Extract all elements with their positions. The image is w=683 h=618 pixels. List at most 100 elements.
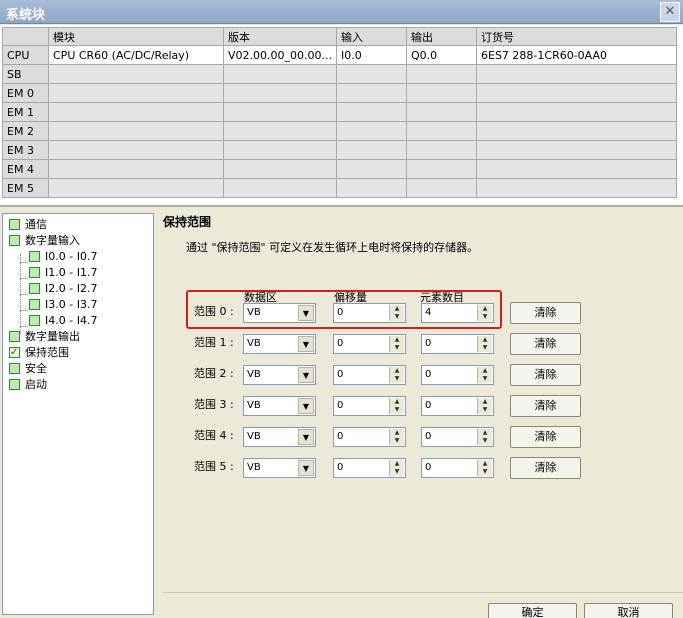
tree-item-i0[interactable]: I0.0 - I0.7 xyxy=(29,249,97,265)
table-cell[interactable] xyxy=(336,121,407,141)
spinner-buttons[interactable]: ▲ ▼ xyxy=(477,429,492,445)
table-cell[interactable] xyxy=(48,83,224,103)
table-cell[interactable] xyxy=(476,64,677,84)
tree-item-i4[interactable]: I4.0 - I4.7 xyxy=(29,313,97,329)
table-cell[interactable] xyxy=(476,121,677,141)
table-cell[interactable]: I0.0 xyxy=(336,45,407,65)
column-header[interactable]: 版本 xyxy=(223,27,337,46)
table-cell[interactable]: CPU CR60 (AC/DC/Relay) xyxy=(48,45,224,65)
row-header[interactable]: EM 5 xyxy=(2,178,49,198)
column-header[interactable]: 模块 xyxy=(48,27,224,46)
chevron-down-icon[interactable]: ▼ xyxy=(298,460,314,476)
column-header[interactable]: 输入 xyxy=(336,27,407,46)
table-cell[interactable] xyxy=(476,159,677,179)
column-header[interactable]: 输出 xyxy=(406,27,477,46)
spinner-buttons[interactable]: ▲ ▼ xyxy=(389,429,404,445)
chevron-down-icon[interactable]: ▼ xyxy=(298,336,314,352)
offset-spinner[interactable]: 0 ▲ ▼ xyxy=(333,396,406,416)
spin-down-icon[interactable]: ▼ xyxy=(390,468,404,476)
table-row[interactable]: EM 0 xyxy=(2,83,677,103)
table-cell[interactable]: Q0.0 xyxy=(406,45,477,65)
tree-item-digital-output[interactable]: 数字量输出 xyxy=(9,329,80,345)
spin-up-icon[interactable]: ▲ xyxy=(478,398,492,406)
close-icon[interactable]: ✕ xyxy=(660,2,680,22)
spin-up-icon[interactable]: ▲ xyxy=(390,429,404,437)
chevron-down-icon[interactable]: ▼ xyxy=(298,429,314,445)
spin-down-icon[interactable]: ▼ xyxy=(390,437,404,445)
chevron-down-icon[interactable]: ▼ xyxy=(298,367,314,383)
spinner-buttons[interactable]: ▲ ▼ xyxy=(389,398,404,414)
count-spinner[interactable]: 0 ▲ ▼ xyxy=(421,427,494,447)
offset-spinner[interactable]: 0 ▲ ▼ xyxy=(333,334,406,354)
spinner-buttons[interactable]: ▲ ▼ xyxy=(477,398,492,414)
clear-button[interactable]: 清除 xyxy=(510,364,581,386)
ok-button[interactable]: 确定 xyxy=(488,603,577,618)
area-select[interactable]: VB ▼ xyxy=(243,365,316,385)
spin-down-icon[interactable]: ▼ xyxy=(390,344,404,352)
table-cell[interactable] xyxy=(336,140,407,160)
clear-button[interactable]: 清除 xyxy=(510,457,581,479)
table-cell[interactable] xyxy=(476,102,677,122)
tree-item-i2[interactable]: I2.0 - I2.7 xyxy=(29,281,97,297)
spin-up-icon[interactable]: ▲ xyxy=(390,336,404,344)
table-cell[interactable] xyxy=(406,159,477,179)
table-cell[interactable]: V02.00.00_00.00... xyxy=(223,45,337,65)
tree-item-security[interactable]: 安全 xyxy=(9,361,47,377)
tree-item-communication[interactable]: 通信 xyxy=(9,217,47,233)
table-cell[interactable] xyxy=(336,159,407,179)
row-header[interactable]: SB xyxy=(2,64,49,84)
table-row[interactable]: EM 2 xyxy=(2,121,677,141)
table-cell[interactable] xyxy=(48,140,224,160)
column-header[interactable]: 订货号 xyxy=(476,27,677,46)
spin-down-icon[interactable]: ▼ xyxy=(390,375,404,383)
spin-down-icon[interactable]: ▼ xyxy=(478,375,492,383)
table-cell[interactable] xyxy=(223,178,337,198)
table-cell[interactable] xyxy=(223,83,337,103)
table-row[interactable]: EM 1 xyxy=(2,102,677,122)
table-cell[interactable] xyxy=(406,121,477,141)
row-header[interactable]: CPU xyxy=(2,45,49,65)
table-cell[interactable] xyxy=(223,140,337,160)
spin-up-icon[interactable]: ▲ xyxy=(478,336,492,344)
offset-spinner[interactable]: 0 ▲ ▼ xyxy=(333,427,406,447)
clear-button[interactable]: 清除 xyxy=(510,333,581,355)
row-header[interactable]: EM 3 xyxy=(2,140,49,160)
spin-up-icon[interactable]: ▲ xyxy=(390,367,404,375)
table-cell[interactable] xyxy=(48,178,224,198)
count-spinner[interactable]: 0 ▲ ▼ xyxy=(421,334,494,354)
table-cell[interactable] xyxy=(223,102,337,122)
spin-down-icon[interactable]: ▼ xyxy=(478,468,492,476)
spin-up-icon[interactable]: ▲ xyxy=(390,460,404,468)
area-select[interactable]: VB ▼ xyxy=(243,396,316,416)
cancel-button[interactable]: 取消 xyxy=(584,603,673,618)
clear-button[interactable]: 清除 xyxy=(510,426,581,448)
table-cell[interactable] xyxy=(223,64,337,84)
table-row[interactable]: EM 5 xyxy=(2,178,677,198)
spin-up-icon[interactable]: ▲ xyxy=(478,367,492,375)
spinner-buttons[interactable]: ▲ ▼ xyxy=(477,460,492,476)
table-row[interactable]: EM 3 xyxy=(2,140,677,160)
table-row[interactable]: EM 4 xyxy=(2,159,677,179)
clear-button[interactable]: 清除 xyxy=(510,302,581,324)
table-cell[interactable] xyxy=(406,178,477,198)
chevron-down-icon[interactable]: ▼ xyxy=(298,398,314,414)
spin-down-icon[interactable]: ▼ xyxy=(390,406,404,414)
count-spinner[interactable]: 0 ▲ ▼ xyxy=(421,458,494,478)
tree-item-i1[interactable]: I1.0 - I1.7 xyxy=(29,265,97,281)
spinner-buttons[interactable]: ▲ ▼ xyxy=(389,460,404,476)
table-cell[interactable] xyxy=(406,64,477,84)
table-cell[interactable] xyxy=(48,121,224,141)
spin-up-icon[interactable]: ▲ xyxy=(390,398,404,406)
table-cell[interactable] xyxy=(476,178,677,198)
spinner-buttons[interactable]: ▲ ▼ xyxy=(389,367,404,383)
area-select[interactable]: VB ▼ xyxy=(243,427,316,447)
spinner-buttons[interactable]: ▲ ▼ xyxy=(389,336,404,352)
table-cell[interactable] xyxy=(406,83,477,103)
clear-button[interactable]: 清除 xyxy=(510,395,581,417)
area-select[interactable]: VB ▼ xyxy=(243,458,316,478)
table-cell[interactable] xyxy=(336,102,407,122)
table-row[interactable]: CPU CPU CR60 (AC/DC/Relay) V02.00.00_00.… xyxy=(2,45,677,65)
table-cell[interactable] xyxy=(476,83,677,103)
tree-item-startup[interactable]: 启动 xyxy=(9,377,47,393)
table-cell[interactable] xyxy=(223,121,337,141)
